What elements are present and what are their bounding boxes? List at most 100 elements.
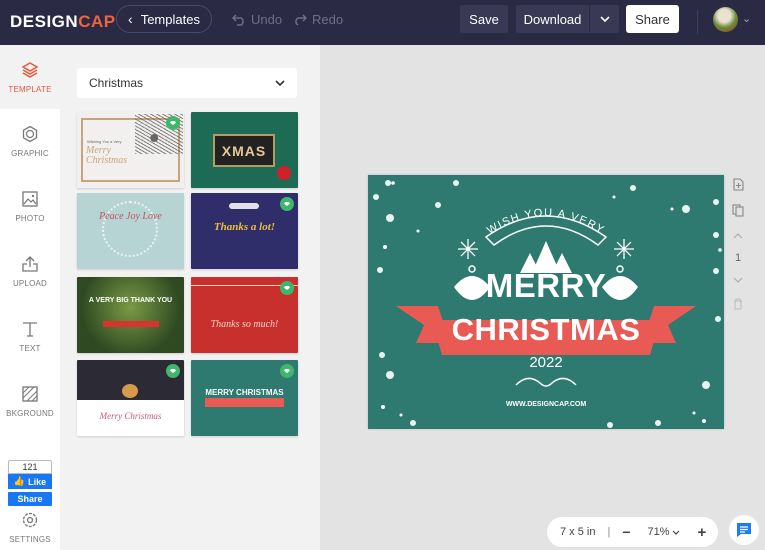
- zoom-bar: 7 x 5 in | − 71% +: [547, 517, 718, 547]
- template-title: Peace Joy Love: [99, 211, 162, 222]
- back-to-templates-button[interactable]: ‹ Templates: [116, 5, 212, 33]
- chevron-down-icon: [275, 80, 285, 86]
- sidebar-item-template[interactable]: TEMPLATE: [0, 45, 60, 109]
- left-sidebar: TEMPLATE GRAPHIC PHOTO UPLOAD TEXT BKGRO…: [0, 45, 60, 550]
- undo-label: Undo: [251, 12, 283, 27]
- delete-page-button[interactable]: [729, 295, 747, 313]
- ornament-ball: [277, 166, 291, 180]
- template-title: A VERY BIG THANK YOU: [88, 297, 173, 304]
- layers-icon: [21, 61, 39, 78]
- canvas-size: 7 x 5 in: [560, 526, 596, 538]
- account-chevron-down-icon[interactable]: ⌄: [742, 12, 751, 25]
- sidebar-item-upload[interactable]: UPLOAD: [0, 239, 60, 303]
- xmas-frame: XMAS: [213, 134, 275, 167]
- chevron-left-icon: ‹: [128, 11, 133, 27]
- template-thumbnail[interactable]: Wishing You a Very Merry Christmas: [77, 112, 184, 188]
- sidebar-item-photo[interactable]: PHOTO: [0, 174, 60, 238]
- facebook-widget: 121 👍 Like Share: [8, 460, 52, 506]
- undo-button[interactable]: Undo: [232, 12, 282, 27]
- sidebar-label: TEXT: [19, 343, 41, 353]
- template-title: XMAS: [221, 142, 267, 159]
- design-line2-text[interactable]: CHRISTMAS: [368, 312, 724, 348]
- template-title: Thanks so much!: [210, 319, 279, 330]
- template-thumbnail[interactable]: MERRY CHRISTMAS: [191, 360, 298, 436]
- sidebar-item-text[interactable]: TEXT: [0, 304, 60, 368]
- trash-icon: [734, 298, 742, 310]
- background-icon: [22, 385, 38, 402]
- share-button[interactable]: Share: [626, 5, 679, 33]
- redo-label: Redo: [312, 12, 344, 27]
- flourish-icon: [515, 377, 577, 387]
- like-count: 121: [8, 460, 52, 474]
- download-options-button[interactable]: [590, 5, 619, 33]
- ribbon: [103, 321, 159, 327]
- sidebar-label: UPLOAD: [12, 278, 48, 288]
- template-subtitle: Wishing You a Very: [87, 139, 122, 144]
- design-website-text[interactable]: WWW.DESIGNCAP.COM: [368, 401, 724, 408]
- premium-badge-icon: [166, 116, 180, 130]
- template-title: Merry Christmas: [86, 145, 128, 166]
- template-title: Thanks a lot!: [213, 221, 276, 233]
- user-avatar[interactable]: [713, 7, 738, 32]
- template-thumbnail[interactable]: A VERY BIG THANK YOU: [77, 277, 184, 353]
- chat-support-button[interactable]: [729, 515, 759, 545]
- design-line1-text[interactable]: MERRY: [368, 267, 724, 305]
- facebook-like-button[interactable]: 👍 Like: [8, 474, 52, 489]
- graphic-icon: [22, 125, 38, 142]
- premium-badge-icon: [166, 364, 180, 378]
- template-panel: Christmas Wishing You a Very Merry Chris…: [60, 45, 320, 550]
- page-down-button[interactable]: [729, 271, 747, 289]
- template-thumbnail[interactable]: Merry Christmas: [77, 360, 184, 436]
- logo-text: DESIGN: [10, 12, 79, 31]
- logo-accent-text: CAP: [78, 12, 116, 31]
- template-title: Merry Christmas: [99, 411, 162, 421]
- thumbs-up-icon: 👍: [13, 476, 26, 486]
- premium-badge-icon: [280, 281, 294, 295]
- photo-icon: [22, 190, 38, 207]
- template-title: MERRY CHRISTMAS: [205, 388, 284, 397]
- sidebar-label: TEMPLATE: [8, 84, 52, 94]
- category-select[interactable]: Christmas: [77, 68, 297, 98]
- chevron-down-icon: [672, 530, 679, 535]
- add-page-button[interactable]: [729, 175, 747, 193]
- gear-icon: [22, 512, 38, 528]
- design-year-text[interactable]: 2022: [368, 354, 724, 371]
- sidebar-label: SETTINGS: [9, 535, 51, 544]
- sidebar-label: PHOTO: [15, 213, 45, 223]
- wreath-illustration: [102, 201, 158, 257]
- sidebar-item-graphic[interactable]: GRAPHIC: [0, 109, 60, 173]
- premium-badge-icon: [280, 197, 294, 211]
- designcap-logo[interactable]: DESIGNCAP: [10, 12, 116, 32]
- design-canvas[interactable]: WISH YOU A VERY MERRY CHRISTMAS 2022 WWW…: [368, 175, 724, 429]
- back-label: Templates: [140, 11, 200, 27]
- sidebar-item-settings[interactable]: SETTINGS: [0, 505, 60, 550]
- template-thumbnail[interactable]: XMAS: [191, 112, 298, 188]
- template-thumbnail[interactable]: Thanks so much!: [191, 277, 298, 353]
- sidebar-item-background[interactable]: BKGROUND: [0, 369, 60, 433]
- save-button[interactable]: Save: [460, 5, 508, 33]
- redo-button[interactable]: Redo: [293, 12, 343, 27]
- ribbon: [205, 398, 284, 407]
- chat-icon: [737, 523, 751, 537]
- sidebar-label: BKGROUND: [6, 408, 54, 418]
- zoom-out-button[interactable]: −: [622, 524, 630, 540]
- arc-text: WISH YOU A VERY: [485, 207, 607, 237]
- page-number: 1: [734, 252, 742, 264]
- template-thumbnail[interactable]: Peace Joy Love: [77, 193, 184, 269]
- like-label: Like: [28, 476, 47, 487]
- sleigh-illustration: [229, 203, 259, 209]
- chevron-up-icon: [733, 233, 743, 239]
- duplicate-page-button[interactable]: [729, 201, 747, 219]
- chevron-down-icon: [599, 16, 610, 22]
- download-button[interactable]: Download: [516, 5, 589, 33]
- zoom-separator: |: [607, 526, 611, 538]
- top-bar: DESIGNCAP ‹ Templates Undo Redo Save Dow…: [0, 0, 765, 45]
- page-up-button[interactable]: [729, 227, 747, 245]
- zoom-level-select[interactable]: 71%: [648, 526, 680, 538]
- facebook-share-button[interactable]: Share: [8, 492, 52, 506]
- template-thumbnail[interactable]: Thanks a lot!: [191, 193, 298, 269]
- upload-icon: [22, 255, 38, 272]
- sidebar-label: GRAPHIC: [11, 148, 49, 158]
- chevron-down-icon: [733, 277, 743, 283]
- zoom-in-button[interactable]: +: [698, 524, 707, 541]
